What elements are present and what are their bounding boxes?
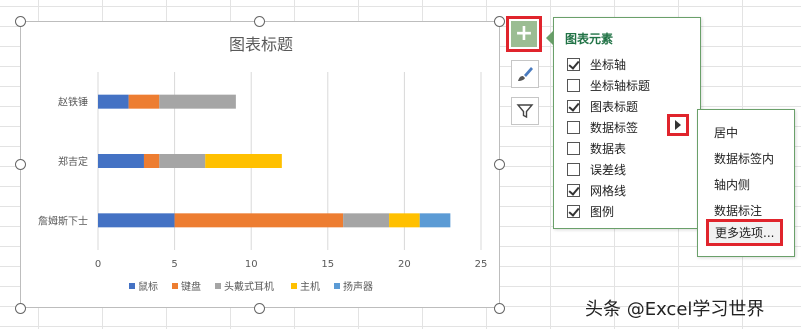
watermark: 头条 @Excel学习世界 bbox=[585, 299, 765, 320]
chart-area[interactable]: 图表标题 0 5 10 15 20 25 赵铁锤郑吉定詹姆斯下士鼠标 键盘 头戴式耳机 主机 扬声器 bbox=[20, 21, 500, 308]
brush-icon bbox=[518, 67, 533, 81]
bar-segment bbox=[143, 154, 160, 168]
resize-handle-bottom-right[interactable] bbox=[494, 303, 505, 314]
bar-segment bbox=[174, 213, 344, 228]
element-error-bars[interactable]: 误差线 bbox=[567, 160, 626, 178]
resize-handle-bottom-left[interactable] bbox=[15, 303, 26, 314]
resize-handle-top-left[interactable] bbox=[15, 16, 26, 27]
panel-title: 图表元素 bbox=[565, 32, 614, 46]
chart-styles-button[interactable] bbox=[511, 60, 539, 88]
x-tick-label: 25 bbox=[475, 259, 488, 270]
element-data-table[interactable]: 数据表 bbox=[567, 139, 626, 157]
element-axis-titles[interactable]: 坐标轴标题 bbox=[567, 76, 650, 94]
element-label: 图表标题 bbox=[590, 99, 639, 114]
x-tick-label: 15 bbox=[321, 259, 334, 270]
legend-entry: 主机 bbox=[300, 280, 320, 293]
resize-handle-top-right[interactable] bbox=[494, 16, 505, 27]
legend-swatch bbox=[172, 283, 178, 289]
element-label: 数据标签 bbox=[590, 120, 639, 135]
category-label: 赵铁锤 bbox=[58, 96, 88, 109]
element-legend[interactable]: 图例 bbox=[567, 202, 614, 220]
element-data-labels[interactable]: 数据标签 bbox=[567, 118, 638, 136]
legend-entry: 键盘 bbox=[181, 280, 201, 293]
x-tick-label: 0 bbox=[95, 259, 101, 270]
data-labels-expand-button[interactable] bbox=[667, 114, 689, 136]
element-label: 误差线 bbox=[590, 162, 627, 177]
checkbox[interactable] bbox=[567, 183, 580, 197]
bar-segment bbox=[205, 154, 282, 168]
checkbox[interactable] bbox=[567, 141, 580, 155]
x-tick-label: 10 bbox=[245, 259, 258, 270]
checkbox[interactable] bbox=[567, 99, 580, 113]
x-tick-label: 20 bbox=[398, 259, 411, 270]
legend-swatch bbox=[129, 283, 135, 289]
resize-handle-middle-left[interactable] bbox=[15, 159, 26, 170]
element-label: 坐标轴 bbox=[590, 57, 627, 72]
bar-segment bbox=[159, 154, 206, 168]
bar-segment bbox=[98, 213, 175, 228]
bar-segment bbox=[343, 213, 390, 228]
chevron-right-icon bbox=[675, 120, 681, 130]
resize-handle-top-center[interactable] bbox=[254, 16, 265, 27]
checkbox[interactable] bbox=[567, 120, 580, 134]
element-chart-title[interactable]: 图表标题 bbox=[567, 97, 638, 115]
legend-swatch bbox=[334, 283, 340, 289]
legend-entry: 鼠标 bbox=[138, 280, 158, 293]
category-label: 詹姆斯下士 bbox=[38, 214, 88, 227]
element-label: 图例 bbox=[590, 204, 615, 219]
category-label: 郑吉定 bbox=[58, 155, 88, 168]
submenu-item-data-callout[interactable]: 数据标注 bbox=[714, 202, 762, 219]
bar-segment bbox=[159, 94, 236, 109]
element-label: 数据表 bbox=[590, 141, 627, 156]
checkbox[interactable] bbox=[567, 57, 580, 71]
data-labels-submenu: 居中 数据标签内 轴内侧 数据标注 更多选项... bbox=[697, 109, 795, 257]
chart-elements-button[interactable]: + bbox=[506, 16, 542, 52]
submenu-item-inside-end[interactable]: 数据标签内 bbox=[714, 150, 774, 167]
x-tick-label: 5 bbox=[171, 259, 177, 270]
chart-title: 图表标题 bbox=[229, 35, 293, 54]
bar-segment bbox=[128, 94, 160, 109]
bar-chart: 图表标题 0 5 10 15 20 25 赵铁锤郑吉定詹姆斯下士鼠标 键盘 头戴式耳机 主机 扬声器 bbox=[38, 35, 488, 293]
submenu-item-center[interactable]: 居中 bbox=[714, 124, 738, 141]
resize-handle-bottom-center[interactable] bbox=[254, 303, 265, 314]
legend-entry: 头戴式耳机 bbox=[224, 280, 274, 293]
element-label: 网格线 bbox=[590, 183, 627, 198]
plus-icon: + bbox=[511, 21, 537, 47]
checkbox[interactable] bbox=[567, 204, 580, 218]
element-axes[interactable]: 坐标轴 bbox=[567, 55, 626, 73]
filter-icon bbox=[516, 104, 534, 119]
chart-filters-button[interactable] bbox=[511, 97, 539, 125]
legend-swatch bbox=[291, 283, 297, 289]
bar-segment bbox=[98, 94, 129, 109]
bar-segment bbox=[389, 213, 420, 228]
submenu-item-inside-base[interactable]: 轴内侧 bbox=[714, 176, 750, 193]
element-gridlines[interactable]: 网格线 bbox=[567, 181, 626, 199]
element-label: 坐标轴标题 bbox=[590, 78, 651, 93]
checkbox[interactable] bbox=[567, 78, 580, 92]
bar-segment bbox=[419, 213, 451, 228]
more-options-button[interactable]: 更多选项... bbox=[706, 219, 784, 246]
resize-handle-middle-right[interactable] bbox=[494, 159, 505, 170]
legend-swatch bbox=[215, 283, 221, 289]
bar-segment bbox=[98, 154, 144, 168]
checkbox[interactable] bbox=[567, 162, 580, 176]
legend-entry: 扬声器 bbox=[343, 280, 373, 293]
